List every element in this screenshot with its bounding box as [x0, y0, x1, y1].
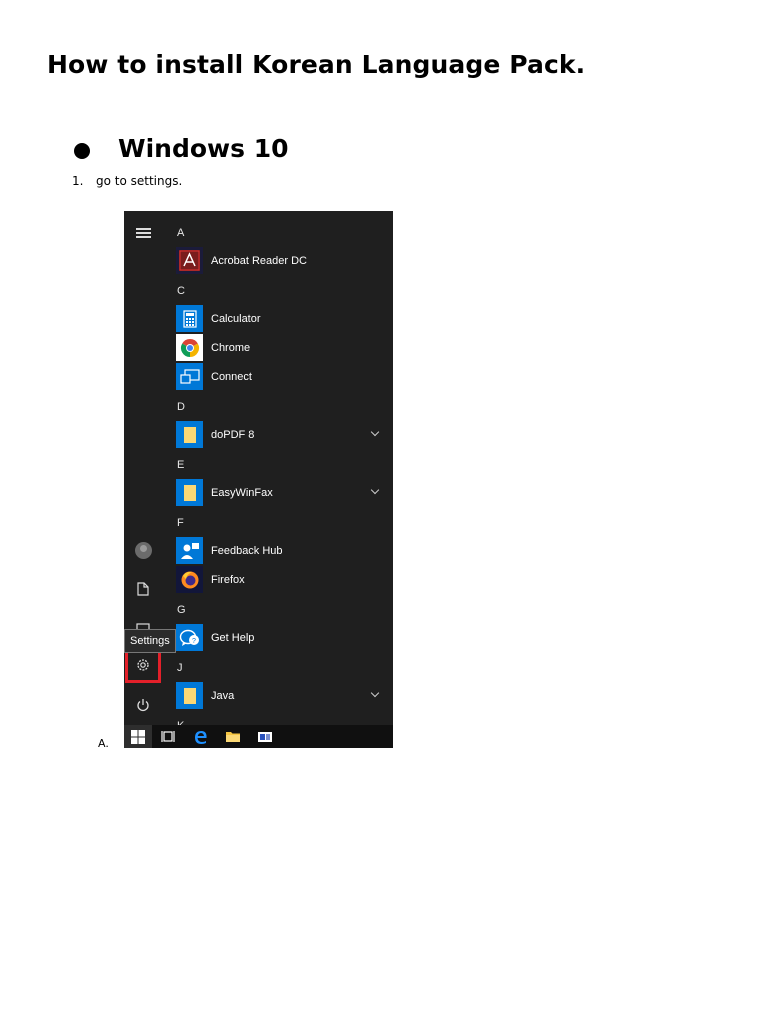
step-number: 1. [72, 174, 84, 188]
app-label: EasyWinFax [211, 486, 273, 499]
user-account-icon[interactable] [130, 537, 156, 563]
app-connect[interactable]: Connect [176, 363, 393, 390]
step-text: go to settings. [96, 174, 183, 188]
folder-icon [176, 682, 203, 709]
app-easywinfax[interactable]: EasyWinFax [176, 479, 393, 506]
start-menu-screenshot: Settings A C D E F G J K Acrobat Reader … [124, 211, 393, 748]
app-label: doPDF 8 [211, 428, 255, 441]
folder-icon [176, 421, 203, 448]
task-view-icon[interactable] [154, 725, 182, 748]
firefox-icon [176, 566, 203, 593]
documents-icon[interactable] [130, 576, 156, 602]
app-acrobat-reader[interactable]: Acrobat Reader DC [176, 247, 393, 274]
group-letter-a[interactable]: A [177, 227, 184, 239]
app-java[interactable]: Java [176, 682, 393, 709]
app-get-help[interactable]: ? Get Help [176, 624, 393, 651]
app-feedback-hub[interactable]: Feedback Hub [176, 537, 393, 564]
group-letter-f[interactable]: F [177, 517, 184, 529]
acrobat-icon [176, 247, 203, 274]
app-label: Connect [211, 370, 252, 383]
app-chrome[interactable]: Chrome [176, 334, 393, 361]
pinned-app-icon[interactable] [251, 725, 279, 748]
start-menu-rail: Settings [124, 211, 176, 725]
svg-text:?: ? [192, 638, 196, 645]
app-label: Firefox [211, 573, 245, 586]
chevron-down-icon[interactable] [370, 427, 380, 437]
app-label: Feedback Hub [211, 544, 283, 557]
app-firefox[interactable]: Firefox [176, 566, 393, 593]
chevron-down-icon[interactable] [370, 485, 380, 495]
get-help-icon: ? [176, 624, 203, 651]
app-calculator[interactable]: Calculator [176, 305, 393, 332]
feedback-hub-icon [176, 537, 203, 564]
sub-item-letter: A. [98, 737, 109, 750]
group-letter-j[interactable]: J [177, 662, 183, 674]
bullet-point [74, 143, 90, 159]
group-letter-c[interactable]: C [177, 285, 185, 297]
settings-highlight-box [125, 650, 161, 683]
edge-browser-icon[interactable] [187, 725, 215, 748]
chrome-icon [176, 334, 203, 361]
windows-start-icon[interactable] [124, 725, 152, 748]
hamburger-menu-icon[interactable] [130, 220, 156, 246]
file-explorer-icon[interactable] [219, 725, 247, 748]
connect-icon [176, 363, 203, 390]
chevron-down-icon[interactable] [370, 688, 380, 698]
settings-tooltip: Settings [124, 629, 176, 653]
app-label: Acrobat Reader DC [211, 254, 307, 267]
app-label: Chrome [211, 341, 251, 354]
power-icon[interactable] [130, 692, 156, 718]
app-label: Java [211, 689, 235, 702]
group-letter-g[interactable]: G [177, 604, 186, 616]
group-letter-d[interactable]: D [177, 401, 185, 413]
app-label: Calculator [211, 312, 261, 325]
app-label: Get Help [211, 631, 255, 644]
folder-icon [176, 479, 203, 506]
document-title: How to install Korean Language Pack. [47, 50, 586, 79]
calculator-icon [176, 305, 203, 332]
app-dopdf[interactable]: doPDF 8 [176, 421, 393, 448]
group-letter-e[interactable]: E [177, 459, 184, 471]
section-heading: Windows 10 [118, 134, 289, 163]
taskbar [124, 725, 393, 748]
